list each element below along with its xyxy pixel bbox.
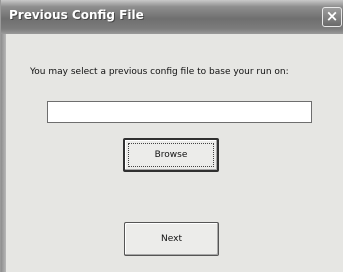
window-border (1, 34, 6, 272)
title-bar[interactable]: Previous Config File × (1, 0, 343, 34)
close-icon[interactable]: × (322, 7, 342, 27)
browse-button[interactable]: Browse (123, 138, 219, 172)
previous-config-dialog: Previous Config File × You may select a … (0, 0, 343, 272)
instruction-text: You may select a previous config file to… (30, 67, 289, 77)
next-button[interactable]: Next (124, 222, 219, 256)
window-title: Previous Config File (9, 8, 144, 22)
config-file-path-input[interactable] (47, 101, 312, 123)
